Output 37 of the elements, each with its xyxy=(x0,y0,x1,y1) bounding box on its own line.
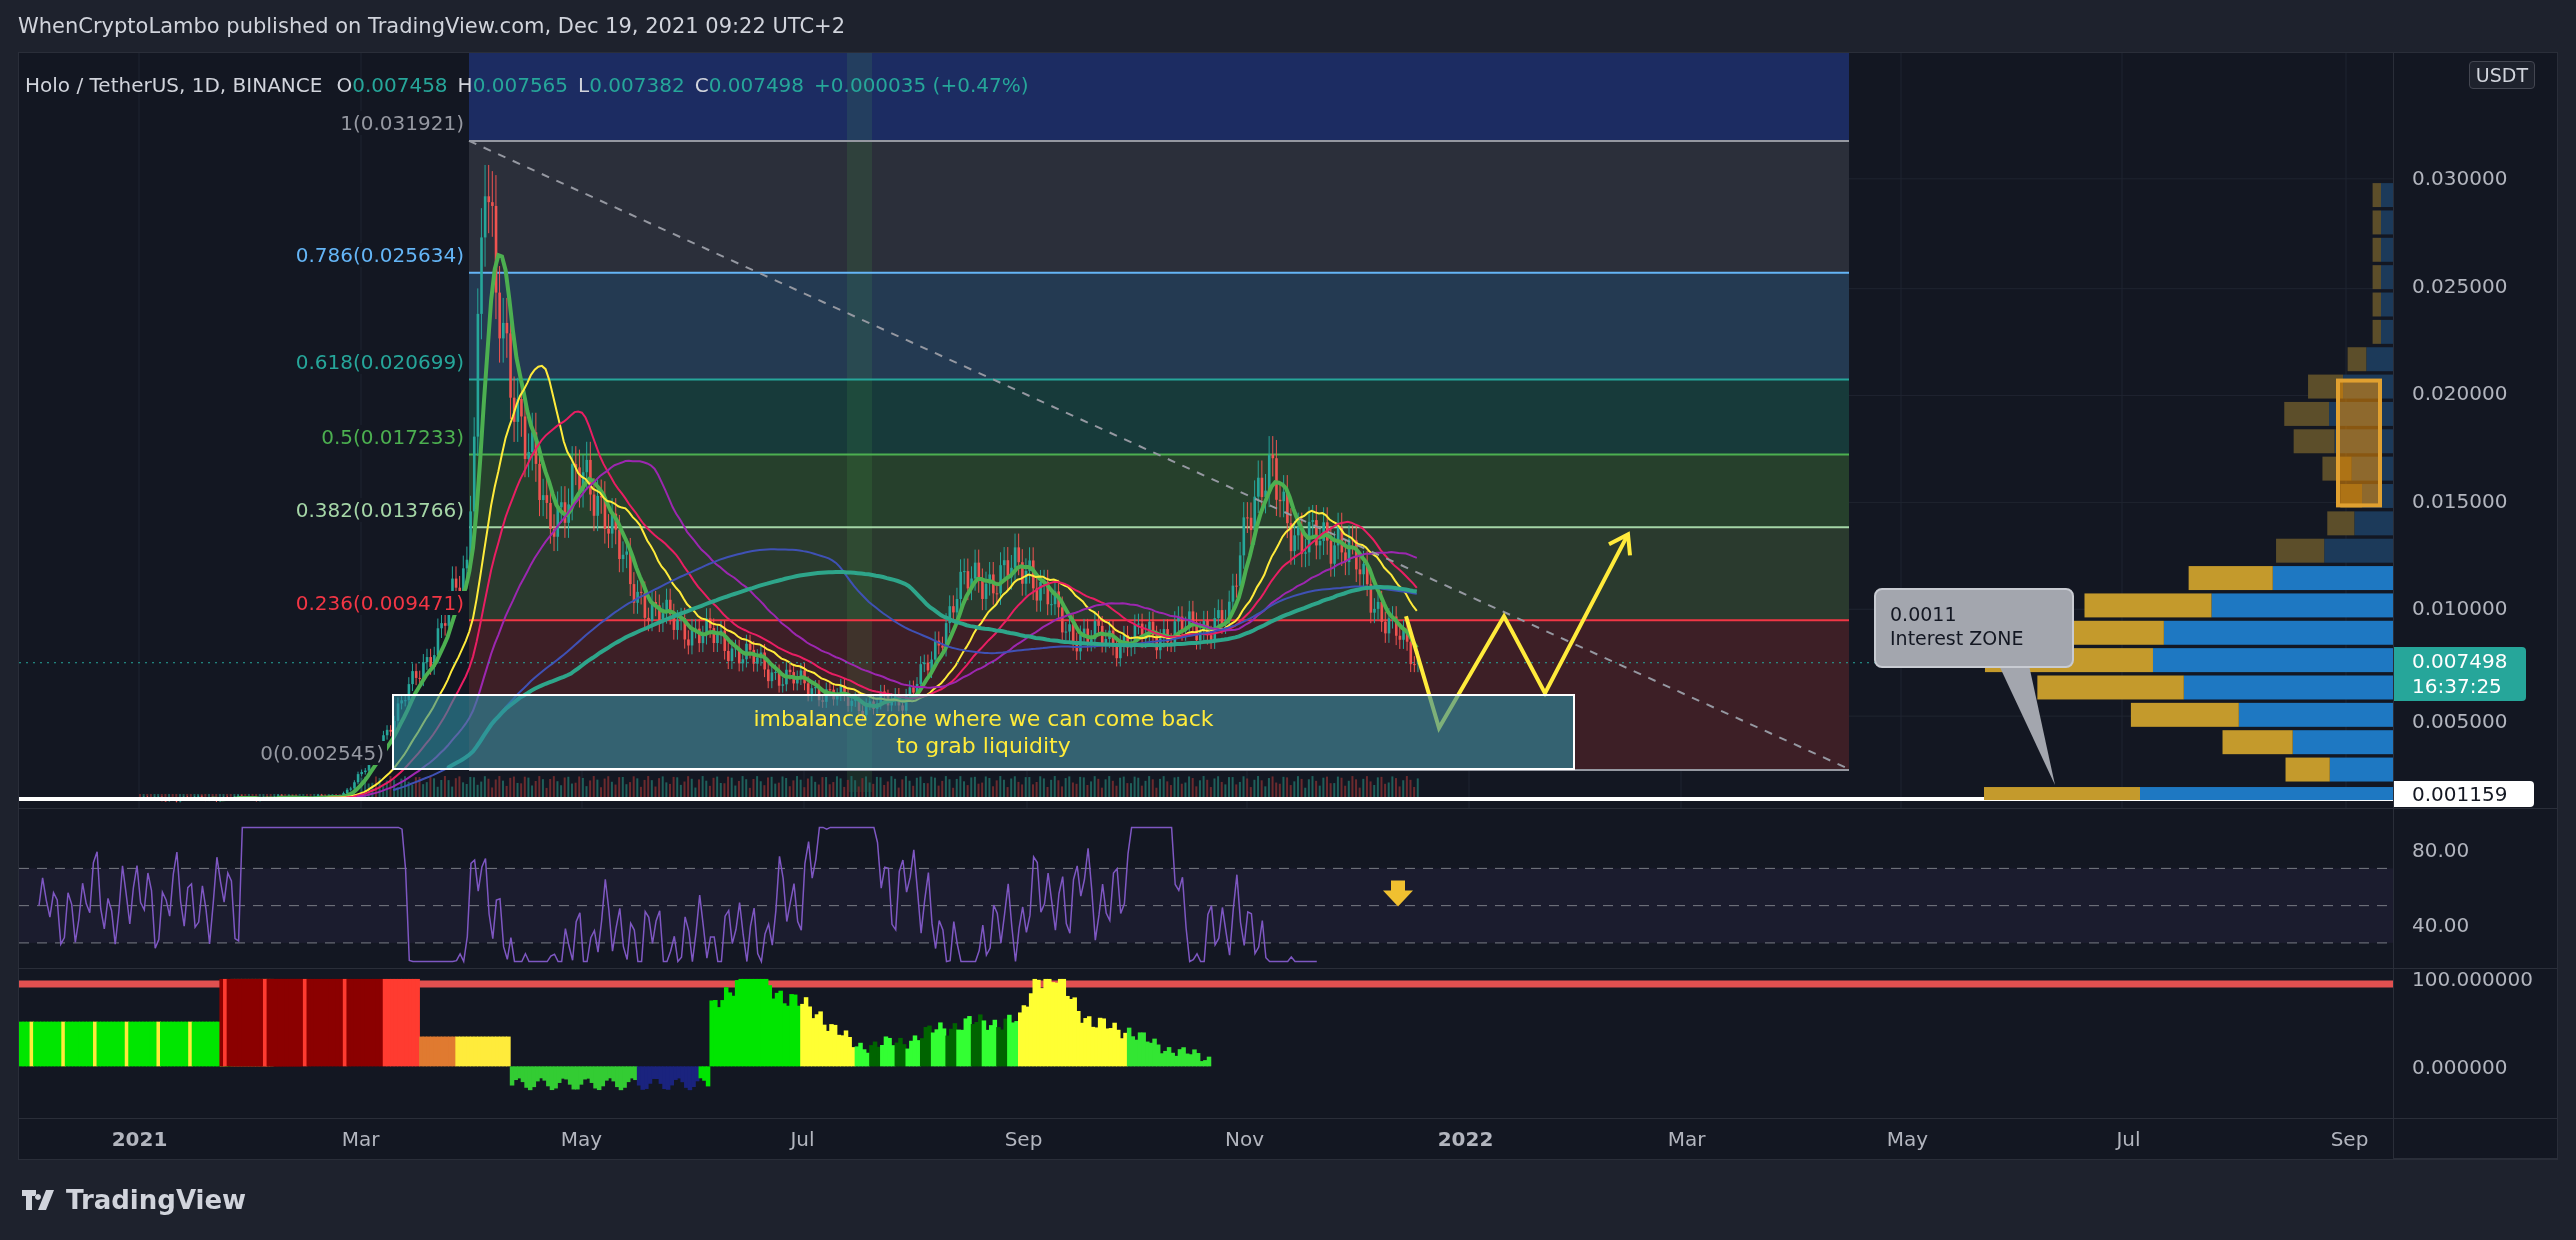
callout-value: 0.0011 xyxy=(1890,602,1958,626)
oscillator-tick: 100.000000 xyxy=(2412,967,2533,991)
price-change: +0.000035 (+0.47%) xyxy=(814,73,1029,97)
time-label: Nov xyxy=(1223,1127,1265,1151)
price-tick: 0.010000 xyxy=(2412,596,2508,621)
price-tick: 0.005000 xyxy=(2412,709,2508,733)
last-price: 0.007498 xyxy=(2412,649,2509,674)
time-label: Sep xyxy=(2329,1127,2370,1151)
annotation-text: imbalance zone where we can come back to grab liquidity xyxy=(753,705,1214,759)
time-label: May xyxy=(559,1127,604,1151)
time-label: Mar xyxy=(340,1127,381,1151)
price-tick: 0.030000 xyxy=(2412,166,2508,190)
time-label: Sep xyxy=(1003,1127,1044,1151)
callout-label: Interest ZONE xyxy=(1890,626,2025,650)
ohlc-value: L0.007382 xyxy=(578,73,685,97)
ohlc-value: O0.007458 xyxy=(336,73,448,97)
price-tick: 0.020000 xyxy=(2412,381,2508,406)
ohlc-value: H0.007565 xyxy=(457,73,569,97)
ohlc-value: C0.007498 xyxy=(694,73,805,97)
level-price-tag: 0.001159 xyxy=(2394,781,2534,807)
time-label: 2022 xyxy=(1436,1127,1495,1151)
logo-text: TradingView xyxy=(66,1185,247,1215)
time-label: 2021 xyxy=(110,1127,169,1151)
time-label: Jul xyxy=(2114,1127,2142,1151)
symbol-title: Holo / TetherUS, 1D, BINANCE xyxy=(25,73,323,97)
countdown: 16:37:25 xyxy=(2412,674,2503,699)
price-tick: 0.015000 xyxy=(2412,488,2508,513)
publication-title: WhenCryptoLambo published on TradingView.com, Dec 19, 2021 09:22 UTC+2 xyxy=(18,14,846,38)
down-arrow-icon xyxy=(1383,880,1413,907)
time-label: May xyxy=(1885,1127,1930,1151)
price-tick: 0.025000 xyxy=(2412,273,2508,298)
currency-badge[interactable]: USDT xyxy=(2468,61,2535,89)
oscillator-tick: 0.000000 xyxy=(2412,1055,2508,1079)
rsi-tick: 80.00 xyxy=(2412,838,2470,862)
time-label: Jul xyxy=(788,1127,816,1151)
rsi-tick: 40.00 xyxy=(2412,913,2470,937)
time-label: Mar xyxy=(1666,1127,1707,1151)
